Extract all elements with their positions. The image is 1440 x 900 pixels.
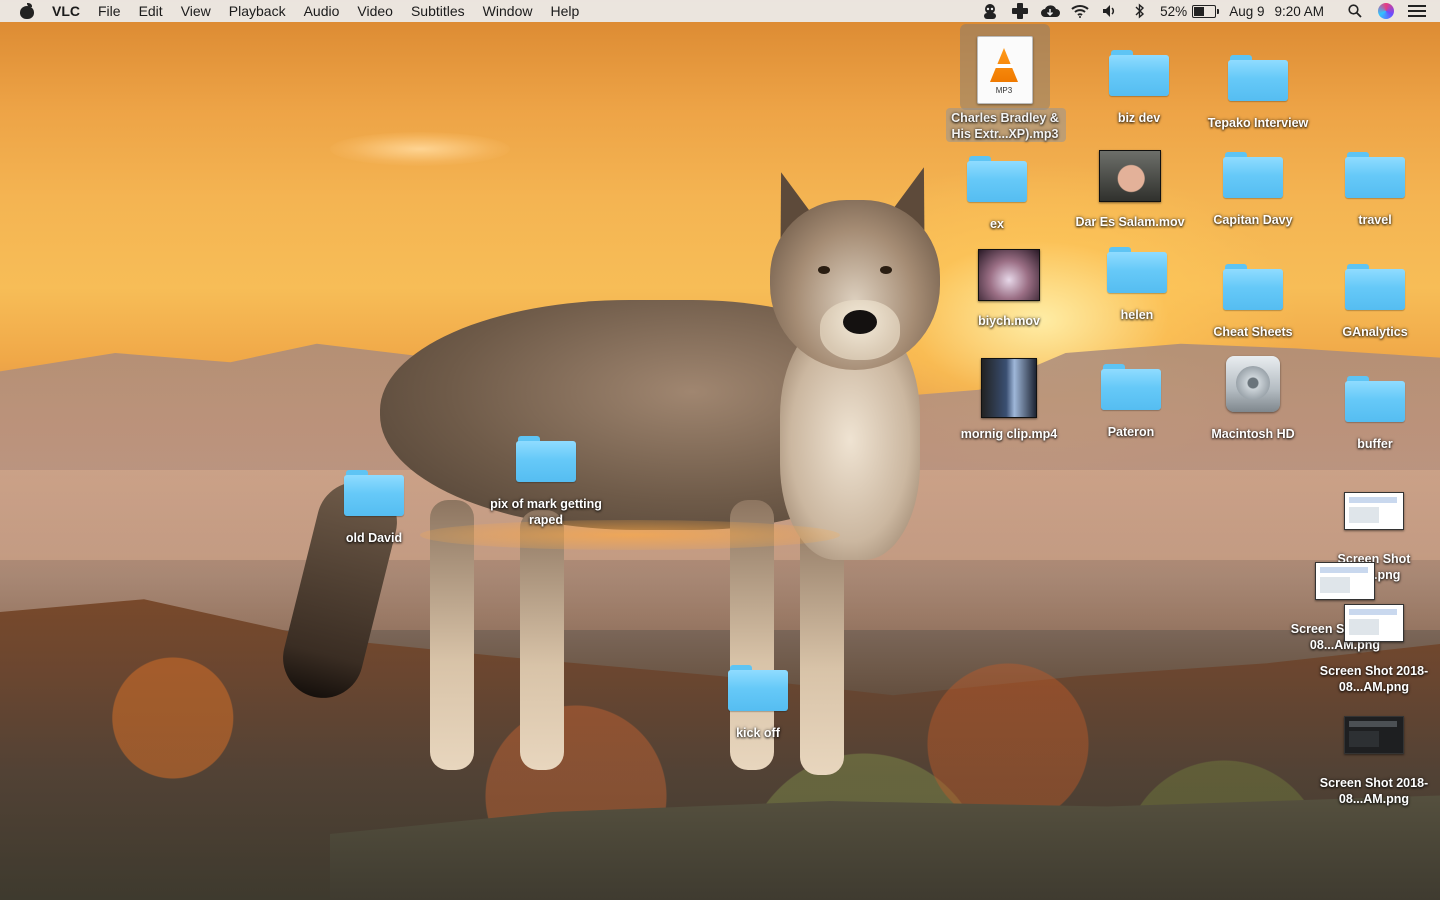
- apple-menu-icon[interactable]: [20, 3, 34, 19]
- video-thumbnail-icon: [1099, 150, 1161, 202]
- desktop-item-label: GAnalytics: [1342, 325, 1408, 339]
- desktop-folder-old-david[interactable]: old David: [314, 470, 434, 546]
- app-menu[interactable]: VLC: [52, 0, 89, 22]
- menu-edit[interactable]: Edit: [130, 0, 172, 22]
- volume-icon[interactable]: [1098, 0, 1122, 22]
- siri-icon[interactable]: [1378, 3, 1394, 19]
- desktop-item-label: kick off: [736, 726, 780, 740]
- folder-icon: [1101, 364, 1161, 410]
- video-thumbnail-icon: [978, 249, 1040, 301]
- menu-bar: VLC File Edit View Playback Audio Video …: [0, 0, 1440, 22]
- user-icon[interactable]: [978, 0, 1002, 22]
- folder-icon: [1345, 152, 1405, 198]
- desktop-folder-helen[interactable]: helen: [1077, 247, 1197, 323]
- cloud: [330, 132, 510, 166]
- menu-video[interactable]: Video: [348, 0, 402, 22]
- menu-subtitles[interactable]: Subtitles: [402, 0, 474, 22]
- desktop-item-label: Cheat Sheets: [1213, 325, 1293, 339]
- desktop-item-label: Dar Es Salam.mov: [1075, 215, 1185, 229]
- desktop-item-label: Capitan Davy: [1213, 213, 1293, 227]
- folder-icon: [1345, 376, 1405, 422]
- folder-icon: [1107, 247, 1167, 293]
- wolf-eye: [818, 266, 830, 274]
- desktop-item-label: Screen Shot 2018-08...AM.png: [1319, 664, 1429, 694]
- folder-icon: [967, 156, 1027, 202]
- wolf-eye: [880, 266, 892, 274]
- menu-file[interactable]: File: [89, 0, 130, 22]
- clock-time[interactable]: 9:20 AM: [1274, 4, 1324, 19]
- wolf-nose: [843, 310, 877, 334]
- desktop-folder-cheat-sheets[interactable]: Cheat Sheets: [1193, 264, 1313, 340]
- desktop-item-label: travel: [1358, 213, 1392, 227]
- desktop-screenshot-4[interactable]: Screen Shot 2018-08...AM.png: [1314, 716, 1434, 807]
- mp3-badge: MP3: [995, 86, 1013, 95]
- desktop-folder-pix-of-mark[interactable]: pix of mark getting raped: [486, 436, 606, 528]
- spotlight-search-icon[interactable]: [1343, 0, 1367, 22]
- desktop-folder-kick-off[interactable]: kick off: [698, 665, 818, 741]
- battery-level-fill: [1194, 6, 1204, 16]
- bluetooth-icon[interactable]: [1128, 0, 1152, 22]
- desktop-folder-ex[interactable]: ex: [937, 156, 1057, 232]
- menu-window[interactable]: Window: [474, 0, 542, 22]
- notification-center-icon[interactable]: [1408, 5, 1426, 17]
- video-thumbnail-icon: [981, 358, 1037, 418]
- desktop-screenshot-3[interactable]: Screen Shot 2018-08...AM.png: [1314, 604, 1434, 695]
- desktop-item-label: buffer: [1357, 437, 1393, 451]
- desktop-folder-biz-dev[interactable]: biz dev: [1079, 50, 1199, 126]
- hard-drive-icon: [1226, 356, 1280, 412]
- desktop-item-label: mornig clip.mp4: [960, 427, 1058, 441]
- desktop-folder-buffer[interactable]: buffer: [1315, 376, 1435, 452]
- folder-icon: [1345, 264, 1405, 310]
- vlc-cone-stripe: [995, 64, 1013, 68]
- desktop-video-biych[interactable]: biych.mov: [949, 249, 1069, 329]
- battery-icon[interactable]: [1192, 4, 1220, 18]
- desktop-item-label: Macintosh HD: [1211, 427, 1295, 441]
- desktop-folder-pateron[interactable]: Pateron: [1071, 364, 1191, 440]
- screenshot-thumbnail-icon: [1315, 562, 1375, 600]
- screenshot-thumbnail-icon: [1344, 604, 1404, 642]
- menu-help[interactable]: Help: [541, 0, 588, 22]
- folder-icon: [1223, 152, 1283, 198]
- folder-icon: [1109, 50, 1169, 96]
- desktop-item-label: helen: [1120, 308, 1154, 322]
- desktop-video-dar-es-salam[interactable]: Dar Es Salam.mov: [1070, 150, 1190, 230]
- screenshot-thumbnail-icon: [1344, 492, 1404, 530]
- battery-percent[interactable]: 52%: [1160, 4, 1187, 19]
- wifi-icon[interactable]: [1068, 0, 1092, 22]
- plus-icon[interactable]: [1008, 0, 1032, 22]
- vlc-mp3-file-icon: MP3: [975, 36, 1035, 106]
- desktop-item-label: Charles Bradley & His Extr...XP).mp3: [951, 111, 1059, 141]
- folder-icon: [516, 436, 576, 482]
- folder-icon: [344, 470, 404, 516]
- folder-icon: [1228, 55, 1288, 101]
- cloud-icon[interactable]: [1038, 0, 1062, 22]
- folder-icon: [728, 665, 788, 711]
- desktop-drive-macintosh-hd[interactable]: Macintosh HD: [1193, 356, 1313, 442]
- desktop-item-label: ex: [990, 217, 1004, 231]
- desktop-item-label: old David: [345, 531, 403, 545]
- desktop-item-label: Screen Shot 2018-08...AM.png: [1319, 776, 1429, 806]
- clock-date[interactable]: Aug 9: [1229, 4, 1264, 19]
- desktop-item-label: Tepako Interview: [1207, 116, 1309, 130]
- desktop-folder-travel[interactable]: travel: [1315, 152, 1435, 228]
- desktop-video-mornig-clip[interactable]: mornig clip.mp4: [949, 358, 1069, 442]
- desktop-item-label: pix of mark getting raped: [490, 497, 602, 527]
- menu-playback[interactable]: Playback: [220, 0, 295, 22]
- desktop-wallpaper: [0, 0, 1440, 900]
- desktop-folder-ganalytics[interactable]: GAnalytics: [1315, 264, 1435, 340]
- desktop-folder-capitan-davy[interactable]: Capitan Davy: [1193, 152, 1313, 228]
- screenshot-thumbnail-icon: [1344, 716, 1404, 754]
- desktop-item-label: Pateron: [1107, 425, 1155, 439]
- menu-view[interactable]: View: [172, 0, 220, 22]
- menu-audio[interactable]: Audio: [295, 0, 349, 22]
- desktop-item-label: biych.mov: [978, 314, 1040, 328]
- desktop-item-mp3[interactable]: MP3 Charles Bradley & His Extr...XP).mp3: [945, 36, 1065, 142]
- folder-icon: [1223, 264, 1283, 310]
- status-area: 52% Aug 9 9:20 AM: [975, 0, 1440, 22]
- desktop-folder-tepako-interview[interactable]: Tepako Interview: [1198, 55, 1318, 131]
